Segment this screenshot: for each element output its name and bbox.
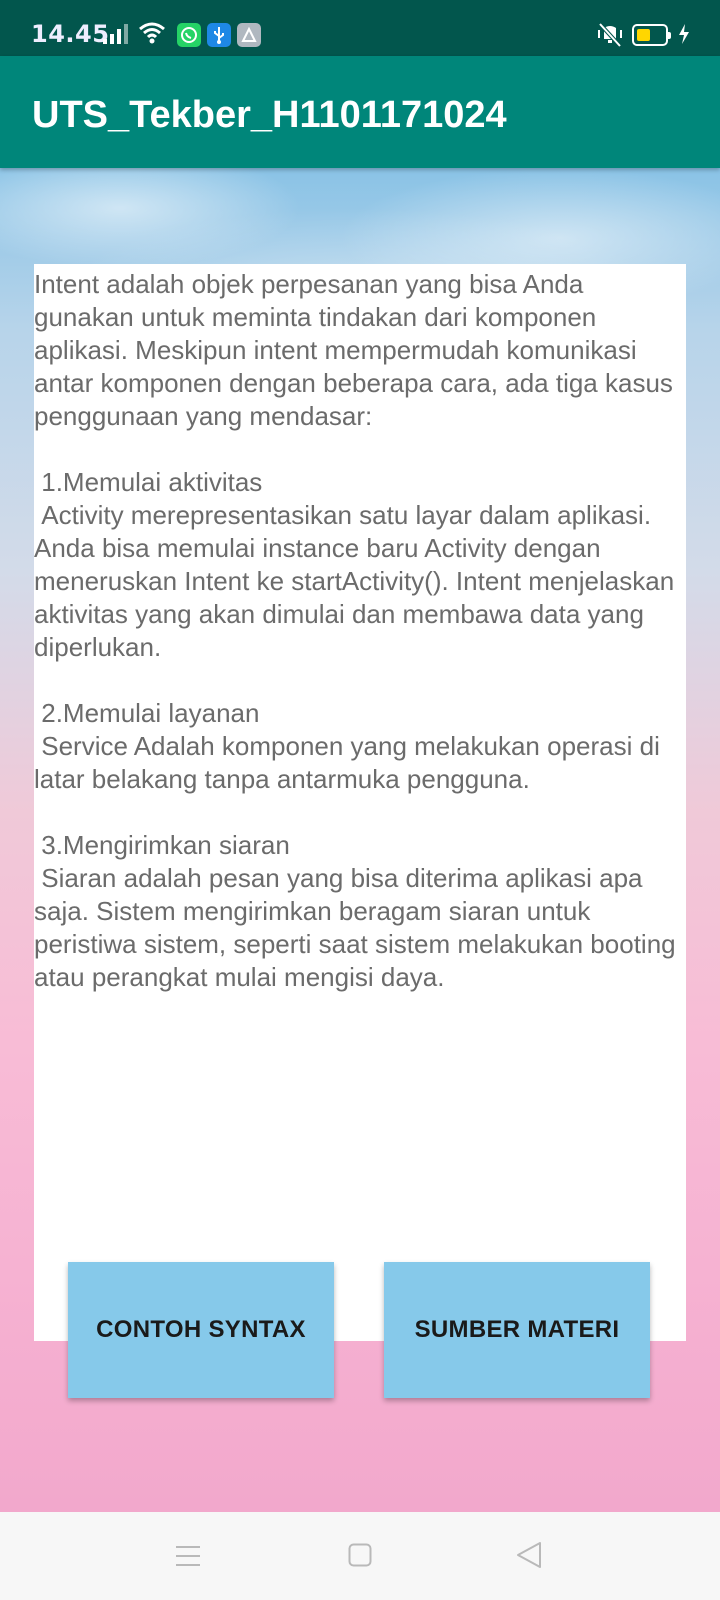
usb-notification-icon [207,23,231,47]
content-card: Intent adalah objek perpesanan yang bisa… [34,264,686,1341]
page-title: UTS_Tekber_H1101171024 [32,94,507,136]
content-text: Intent adalah objek perpesanan yang bisa… [34,269,676,992]
wifi-icon [139,22,165,44]
contoh-syntax-button[interactable]: CONTOH SYNTAX [68,1262,334,1398]
sumber-materi-button[interactable]: SUMBER MATERI [384,1262,650,1398]
vibrate-mute-icon [598,22,622,48]
status-time: 14.45 [31,20,110,48]
home-icon[interactable] [348,1543,372,1567]
status-bar: 14.45 [0,0,720,56]
battery-icon [632,24,671,46]
signal-icon [103,24,128,44]
back-icon[interactable] [516,1541,542,1569]
menu-icon[interactable] [175,1545,201,1567]
app-bar: UTS_Tekber_H1101171024 [0,56,720,168]
charging-icon [679,24,689,44]
developer-notification-icon [237,23,261,47]
whatsapp-notification-icon [177,23,201,47]
